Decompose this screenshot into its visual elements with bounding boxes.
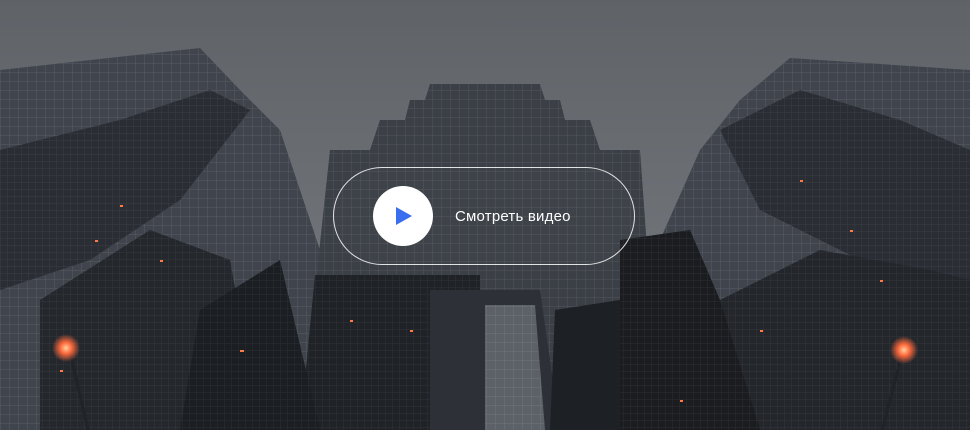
- watch-video-button[interactable]: Смотреть видео: [333, 167, 635, 265]
- play-button[interactable]: [373, 186, 433, 246]
- hero-banner: Смотреть видео: [0, 0, 970, 430]
- play-icon: [396, 207, 412, 225]
- watch-video-label: Смотреть видео: [455, 207, 571, 225]
